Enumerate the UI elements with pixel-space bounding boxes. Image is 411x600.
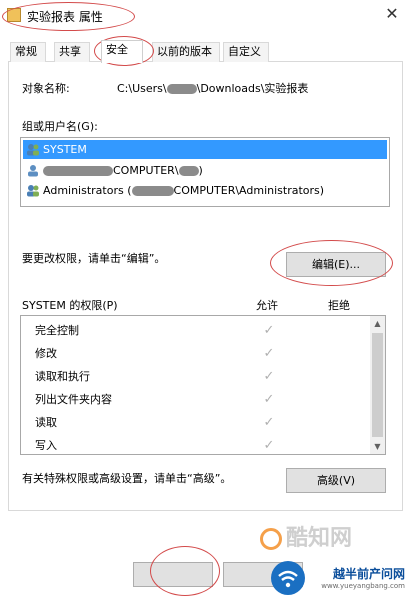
redacted-computer-name xyxy=(131,186,174,196)
object-path-suffix: \Downloads\实验报表 xyxy=(196,82,309,95)
edit-button[interactable]: 编辑(E)... xyxy=(286,252,386,277)
tab-previous-versions[interactable]: 以前的版本 xyxy=(152,42,220,62)
list-item-administrators[interactable]: Administrators ( COMPUTER\Administrators) xyxy=(23,181,387,200)
window-title: 实验报表 属性 xyxy=(27,10,103,24)
tab-general[interactable]: 常规 xyxy=(10,42,46,62)
user-group-icon xyxy=(27,185,39,197)
allow-check-icon: ✓ xyxy=(263,369,275,384)
scroll-thumb[interactable] xyxy=(372,333,383,437)
allow-check-icon: ✓ xyxy=(263,415,275,430)
scroll-up-icon[interactable]: ▲ xyxy=(370,316,385,331)
permission-row: 修改 ✓ xyxy=(21,342,371,365)
permission-name: 修改 xyxy=(35,347,57,360)
list-item-user[interactable]: COMPUTER\) xyxy=(23,161,387,180)
object-path-prefix: C:\Users\ xyxy=(117,82,167,95)
redacted-account-name xyxy=(178,166,199,176)
allow-check-icon: ✓ xyxy=(263,438,275,453)
list-item-suffix: ) xyxy=(198,164,203,177)
permission-row: 列出文件夹内容 ✓ xyxy=(21,388,371,411)
permission-name: 读取和执行 xyxy=(35,370,90,383)
object-name-label: 对象名称: xyxy=(22,82,70,95)
wifi-logo-icon xyxy=(271,561,305,595)
permissions-scrollbar[interactable]: ▲ ▼ xyxy=(370,316,385,454)
permission-name: 列出文件夹内容 xyxy=(35,393,112,406)
title-bar: 实验报表 属性 ✕ xyxy=(0,0,411,34)
scroll-down-icon[interactable]: ▼ xyxy=(370,439,385,454)
user-icon xyxy=(28,165,38,177)
user-group-icon xyxy=(27,144,39,156)
object-path: C:\Users\ \Downloads\实验报表 xyxy=(117,80,308,96)
close-button[interactable]: ✕ xyxy=(383,5,401,23)
allow-check-icon: ✓ xyxy=(263,323,275,338)
redacted-username xyxy=(166,84,197,94)
advanced-button[interactable]: 高级(V) xyxy=(286,468,386,493)
logo-text: 酷知网 xyxy=(286,526,353,551)
deny-column-header: 拒绝 xyxy=(328,299,350,312)
list-item-label: Administrators ( xyxy=(43,184,132,197)
tab-security[interactable]: 安全 xyxy=(101,40,143,63)
brand-name: 越半前产问网 xyxy=(332,567,405,581)
allow-check-icon: ✓ xyxy=(263,392,275,407)
permission-row: 完全控制 ✓ xyxy=(21,319,371,342)
allow-check-icon: ✓ xyxy=(263,346,275,361)
permission-row: 读取 ✓ xyxy=(21,411,371,434)
users-listbox[interactable]: SYSTEM COMPUTER\) Administrators ( COMPUT… xyxy=(20,137,390,207)
list-item-system[interactable]: SYSTEM xyxy=(23,140,387,159)
brand-url: www.yueyangbang.com xyxy=(321,582,405,590)
redacted-account xyxy=(43,166,113,176)
list-item-suffix: COMPUTER\Administrators) xyxy=(173,184,325,197)
ok-button[interactable] xyxy=(133,562,213,587)
logo-icon xyxy=(260,528,282,550)
permission-name: 完全控制 xyxy=(35,324,79,337)
permissions-header: SYSTEM 的权限(P) xyxy=(22,299,118,312)
groups-label: 组或用户名(G): xyxy=(22,120,98,133)
permissions-list: 完全控制 ✓ 修改 ✓ 读取和执行 ✓ 列出文件夹内容 ✓ 读取 ✓ 写入 ✓ … xyxy=(20,315,386,455)
permission-row: 写入 ✓ xyxy=(21,434,371,454)
list-item-label: COMPUTER\ xyxy=(113,164,179,177)
tab-sharing[interactable]: 共享 xyxy=(54,42,90,62)
folder-icon xyxy=(7,8,21,22)
permission-name: 写入 xyxy=(35,439,57,452)
brand-watermark: 越半前产问网 www.yueyangbang.com xyxy=(321,565,405,590)
edit-hint: 要更改权限，请单击“编辑”。 xyxy=(22,252,166,265)
permission-row: 读取和执行 ✓ xyxy=(21,365,371,388)
list-item-label: SYSTEM xyxy=(43,143,87,156)
watermark-logo: 酷知网 xyxy=(260,520,352,552)
tab-customize[interactable]: 自定义 xyxy=(223,42,269,62)
advanced-hint: 有关特殊权限或高级设置，请单击“高级”。 xyxy=(22,472,232,485)
allow-column-header: 允许 xyxy=(256,299,278,312)
permission-name: 读取 xyxy=(35,416,57,429)
